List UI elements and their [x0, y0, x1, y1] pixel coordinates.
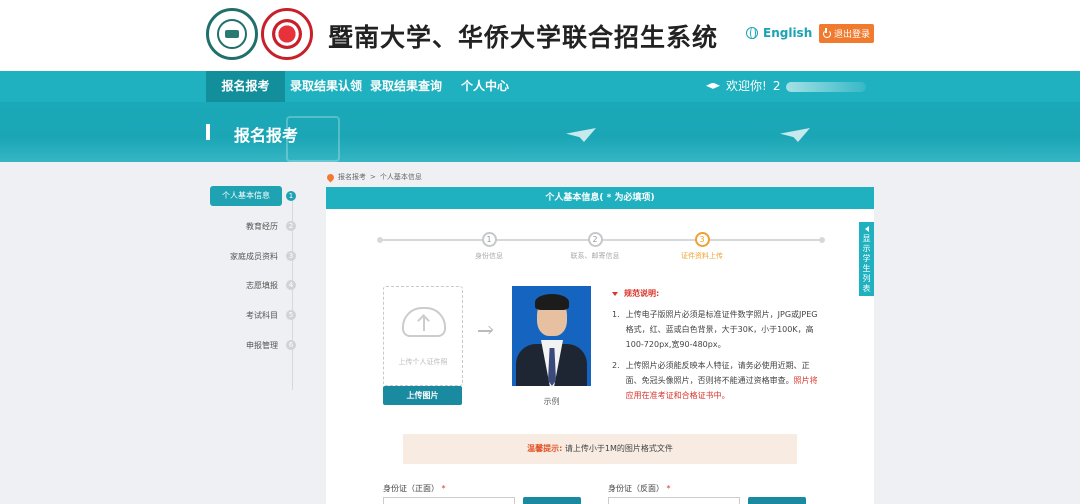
step-number-badge: 3 — [286, 251, 296, 261]
step-circle: 2 — [587, 232, 603, 247]
banner-accent-bar — [206, 124, 210, 140]
tip-label: 温馨提示: — [527, 444, 563, 453]
upload-tip: 温馨提示: 请上传小于1M的图片格式文件 — [403, 434, 797, 464]
step-number-badge: 5 — [286, 310, 296, 320]
photo-rules: 规范说明: 1. 上传电子版照片必须是标准证件数字照片，JPG或JPEG格式，红… — [612, 286, 818, 409]
main-nav: 报名报考 录取结果认领 录取结果查询 个人中心 欢迎你! 2 — [0, 71, 1080, 102]
upload-image-button[interactable]: 上传图片 — [383, 386, 462, 405]
page-banner: 报名报考 — [0, 102, 1080, 162]
step-number-badge: 6 — [286, 340, 296, 350]
upload-hint: 上传个人证件照 — [398, 358, 448, 366]
sidebar-item-family[interactable]: 家庭成员资料 3 — [206, 246, 296, 266]
sidebar-item-preferences[interactable]: 志愿填报 4 — [206, 275, 296, 295]
sidebar-item-education[interactable]: 教育经历 2 — [206, 216, 296, 236]
caret-left-icon — [864, 226, 869, 232]
nav-item-admission-query[interactable]: 录取结果查询 — [368, 71, 444, 102]
step-number-badge: 2 — [286, 221, 296, 231]
step-label: 身份信息 — [475, 252, 503, 260]
step-circle: 1 — [481, 232, 497, 247]
id-back-upload-button[interactable] — [748, 497, 806, 504]
id-back-label: 身份证（反面） * — [608, 484, 671, 493]
sidebar-item-label: 教育经历 — [246, 221, 278, 231]
jinan-university-logo — [206, 8, 258, 60]
huaqiao-university-logo — [261, 8, 313, 60]
panel-title: 个人基本信息( * 为必填项) — [326, 187, 874, 209]
power-icon — [822, 27, 831, 38]
tip-text: 请上传小于1M的图片格式文件 — [564, 444, 673, 453]
username-redacted — [786, 81, 867, 92]
welcome-text: 欢迎你! — [726, 79, 767, 93]
sample-id-photo — [512, 286, 591, 386]
sidebar-item-label: 考试科目 — [246, 310, 278, 320]
globe-icon — [746, 27, 758, 39]
sidebar-item-exam-subjects[interactable]: 考试科目 5 — [206, 305, 296, 325]
banner-title: 报名报考 — [234, 126, 299, 145]
sidebar-item-label: 申报管理 — [246, 340, 278, 350]
graduation-cap-icon — [706, 82, 720, 89]
step-circle: 3 — [694, 232, 710, 247]
cloud-upload-icon — [402, 307, 446, 337]
progress-step-identity: 1 身份信息 — [469, 232, 509, 261]
breadcrumb: 报名报考 > 个人基本信息 — [325, 172, 422, 182]
paper-plane-icon — [566, 128, 596, 142]
id-front-label: 身份证（正面） * — [383, 484, 446, 493]
arrow-right-icon — [478, 326, 494, 336]
paper-plane-icon — [780, 128, 810, 142]
rule-item: 2. 上传照片必须能反映本人特征，请务必使用近期、正面、免冠头像照片，否则将不能… — [612, 361, 818, 400]
logout-button[interactable]: 退出登录 — [819, 24, 874, 43]
breadcrumb-separator: > — [370, 173, 376, 181]
rule-item: 1. 上传电子版照片必须是标准证件数字照片，JPG或JPEG格式，红、蓝或白色背… — [612, 310, 818, 349]
rules-title: 规范说明: — [612, 286, 818, 301]
step-number-badge: 1 — [286, 191, 296, 201]
nav-item-apply[interactable]: 报名报考 — [206, 71, 285, 102]
sidebar-item-label: 家庭成员资料 — [230, 251, 278, 261]
language-switch[interactable]: English — [746, 26, 812, 40]
welcome-user[interactable]: 欢迎你! 2 — [706, 71, 867, 102]
id-back-file-field[interactable] — [608, 497, 740, 504]
id-front-upload-button[interactable] — [523, 497, 581, 504]
show-student-list-tab[interactable]: 显 示 学 生 列 表 — [859, 222, 874, 296]
nav-item-admission-claim[interactable]: 录取结果认领 — [288, 71, 364, 102]
top-header: 暨南大学、华侨大学联合招生系统 English 退出登录 — [0, 0, 1080, 71]
sidebar-item-application-manage[interactable]: 申报管理 6 — [206, 335, 296, 355]
id-front-file-field[interactable] — [383, 497, 515, 504]
logout-label: 退出登录 — [833, 30, 870, 40]
step-label: 证件资料上传 — [681, 252, 723, 260]
username: 2 — [772, 79, 781, 93]
site-title: 暨南大学、华侨大学联合招生系统 — [328, 23, 719, 52]
main-panel: 个人基本信息( * 为必填项) 1 身份信息 2 联系、邮寄信息 3 证件资料上… — [326, 187, 874, 504]
breadcrumb-root[interactable]: 报名报考 — [338, 172, 366, 182]
language-label: English — [763, 26, 813, 40]
step-label: 联系、邮寄信息 — [570, 252, 620, 260]
step-number-badge: 4 — [286, 280, 296, 290]
nav-item-personal-center[interactable]: 个人中心 — [456, 71, 514, 102]
progress-step-documents: 3 证件资料上传 — [672, 232, 732, 261]
sidebar-item-basic-info[interactable]: 个人基本信息 1 — [206, 186, 296, 206]
progress-step-contact: 2 联系、邮寄信息 — [565, 232, 625, 261]
sample-photo-caption: 示例 — [543, 397, 560, 406]
breadcrumb-current: 个人基本信息 — [379, 173, 422, 181]
photo-upload-dropzone[interactable]: 上传个人证件照 — [383, 286, 463, 386]
location-pin-icon — [325, 172, 336, 182]
caret-down-icon — [612, 291, 618, 296]
sidebar-item-label: 个人基本信息 — [210, 186, 282, 206]
sidebar-item-label: 志愿填报 — [246, 280, 278, 290]
